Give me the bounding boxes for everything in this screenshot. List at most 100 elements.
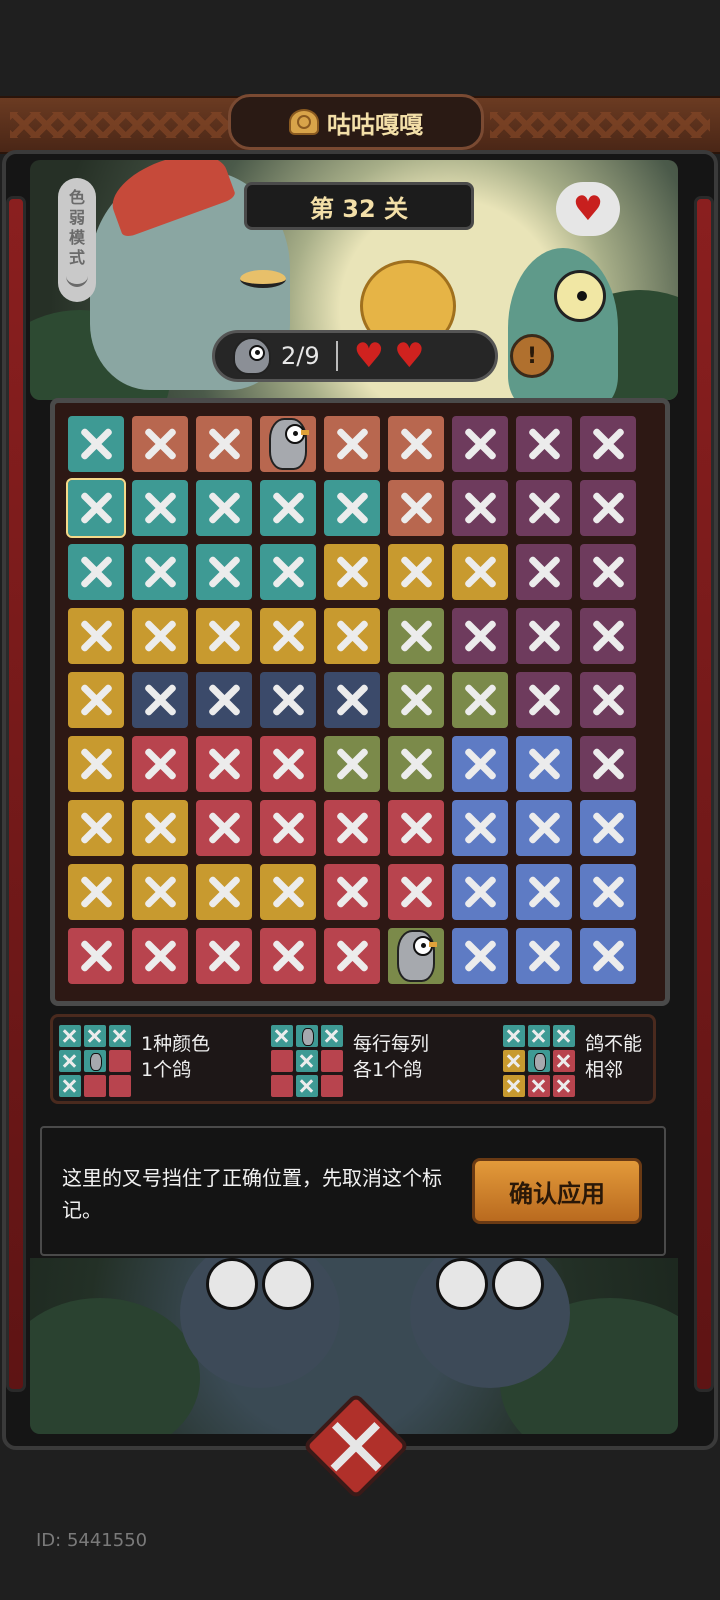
- grid-cell[interactable]: [452, 736, 508, 792]
- cross-mark-icon: [334, 426, 370, 462]
- cross-mark-icon: [334, 618, 370, 654]
- grid-cell[interactable]: [66, 478, 126, 538]
- cross-mark-icon: [590, 490, 626, 526]
- cross-mark-icon: [462, 554, 498, 590]
- grid-cell[interactable]: [132, 544, 188, 600]
- grid-cell[interactable]: [388, 480, 444, 536]
- grid-cell[interactable]: [132, 480, 188, 536]
- grid-cell[interactable]: [68, 544, 124, 600]
- grid-cell[interactable]: [388, 864, 444, 920]
- grid-cell[interactable]: [580, 608, 636, 664]
- grid-cell[interactable]: [388, 544, 444, 600]
- grid-cell[interactable]: [260, 928, 316, 984]
- grid-cell[interactable]: [68, 416, 124, 472]
- grid-cell[interactable]: [580, 672, 636, 728]
- grid-cell[interactable]: [580, 544, 636, 600]
- grid-cell[interactable]: [452, 672, 508, 728]
- grid-cell[interactable]: [452, 416, 508, 472]
- grid-cell[interactable]: [196, 736, 252, 792]
- colorblind-mode-toggle[interactable]: 色 弱 模 式: [58, 178, 96, 302]
- bird-eye: [492, 1258, 544, 1310]
- grid-cell[interactable]: [196, 928, 252, 984]
- cross-mark-icon: [206, 874, 242, 910]
- grid-cell[interactable]: [324, 736, 380, 792]
- grid-cell[interactable]: [388, 416, 444, 472]
- grid-cell[interactable]: [260, 544, 316, 600]
- grid-cell[interactable]: [580, 480, 636, 536]
- grid-cell[interactable]: [580, 928, 636, 984]
- grid-cell[interactable]: [516, 736, 572, 792]
- grid-cell[interactable]: [68, 864, 124, 920]
- grid-cell[interactable]: [516, 416, 572, 472]
- grid-cell[interactable]: [516, 864, 572, 920]
- grid-cell[interactable]: [260, 416, 316, 472]
- grid-cell[interactable]: [324, 800, 380, 856]
- grid-cell[interactable]: [132, 736, 188, 792]
- grid-cell[interactable]: [260, 864, 316, 920]
- grid-cell[interactable]: [452, 480, 508, 536]
- grid-cell[interactable]: [196, 672, 252, 728]
- grid-cell[interactable]: [452, 928, 508, 984]
- grid-cell[interactable]: [452, 544, 508, 600]
- grid-cell[interactable]: [516, 544, 572, 600]
- grid-cell[interactable]: [516, 480, 572, 536]
- grid-cell[interactable]: [260, 672, 316, 728]
- grid-cell[interactable]: [132, 928, 188, 984]
- rooster-crest: [103, 160, 237, 239]
- grid-cell[interactable]: [580, 864, 636, 920]
- grid-cell[interactable]: [324, 544, 380, 600]
- cross-mark-icon: [142, 682, 178, 718]
- cross-mark-icon: [526, 490, 562, 526]
- grid-cell[interactable]: [580, 416, 636, 472]
- grid-cell[interactable]: [388, 672, 444, 728]
- grid-cell[interactable]: [388, 608, 444, 664]
- grid-cell[interactable]: [196, 800, 252, 856]
- grid-cell[interactable]: [196, 864, 252, 920]
- grid-cell[interactable]: [324, 416, 380, 472]
- confirm-apply-button[interactable]: 确认应用: [472, 1158, 642, 1224]
- rule-illustration: [271, 1025, 343, 1097]
- grid-cell[interactable]: [516, 608, 572, 664]
- cross-mark-icon: [334, 810, 370, 846]
- grid-cell[interactable]: [452, 800, 508, 856]
- grid-cell[interactable]: [68, 608, 124, 664]
- grid-cell[interactable]: [452, 608, 508, 664]
- grid-cell[interactable]: [324, 672, 380, 728]
- grid-cell[interactable]: [388, 736, 444, 792]
- grid-cell[interactable]: [132, 608, 188, 664]
- grid-cell[interactable]: [324, 928, 380, 984]
- cross-mark-icon: [398, 426, 434, 462]
- grid-cell[interactable]: [260, 608, 316, 664]
- grid-cell[interactable]: [580, 800, 636, 856]
- hint-button[interactable]: !: [510, 334, 554, 378]
- grid-cell[interactable]: [196, 544, 252, 600]
- bush: [30, 1298, 200, 1434]
- grid-cell[interactable]: [132, 672, 188, 728]
- grid-cell[interactable]: [324, 864, 380, 920]
- grid-cell[interactable]: [68, 672, 124, 728]
- cross-mark-icon: [398, 618, 434, 654]
- grid-cell[interactable]: [324, 608, 380, 664]
- grid-cell[interactable]: [68, 928, 124, 984]
- grid-cell[interactable]: [388, 800, 444, 856]
- grid-cell[interactable]: [196, 480, 252, 536]
- grid-cell[interactable]: [196, 416, 252, 472]
- grid-cell[interactable]: [68, 736, 124, 792]
- cross-mark-icon: [398, 874, 434, 910]
- grid-cell[interactable]: [324, 480, 380, 536]
- grid-cell[interactable]: [516, 800, 572, 856]
- grid-cell[interactable]: [516, 928, 572, 984]
- grid-cell[interactable]: [388, 928, 444, 984]
- cross-mark-icon: [78, 554, 114, 590]
- grid-cell[interactable]: [260, 736, 316, 792]
- grid-cell[interactable]: [260, 800, 316, 856]
- grid-cell[interactable]: [260, 480, 316, 536]
- grid-cell[interactable]: [68, 800, 124, 856]
- grid-cell[interactable]: [132, 864, 188, 920]
- grid-cell[interactable]: [196, 608, 252, 664]
- grid-cell[interactable]: [516, 672, 572, 728]
- grid-cell[interactable]: [132, 416, 188, 472]
- grid-cell[interactable]: [132, 800, 188, 856]
- grid-cell[interactable]: [452, 864, 508, 920]
- grid-cell[interactable]: [580, 736, 636, 792]
